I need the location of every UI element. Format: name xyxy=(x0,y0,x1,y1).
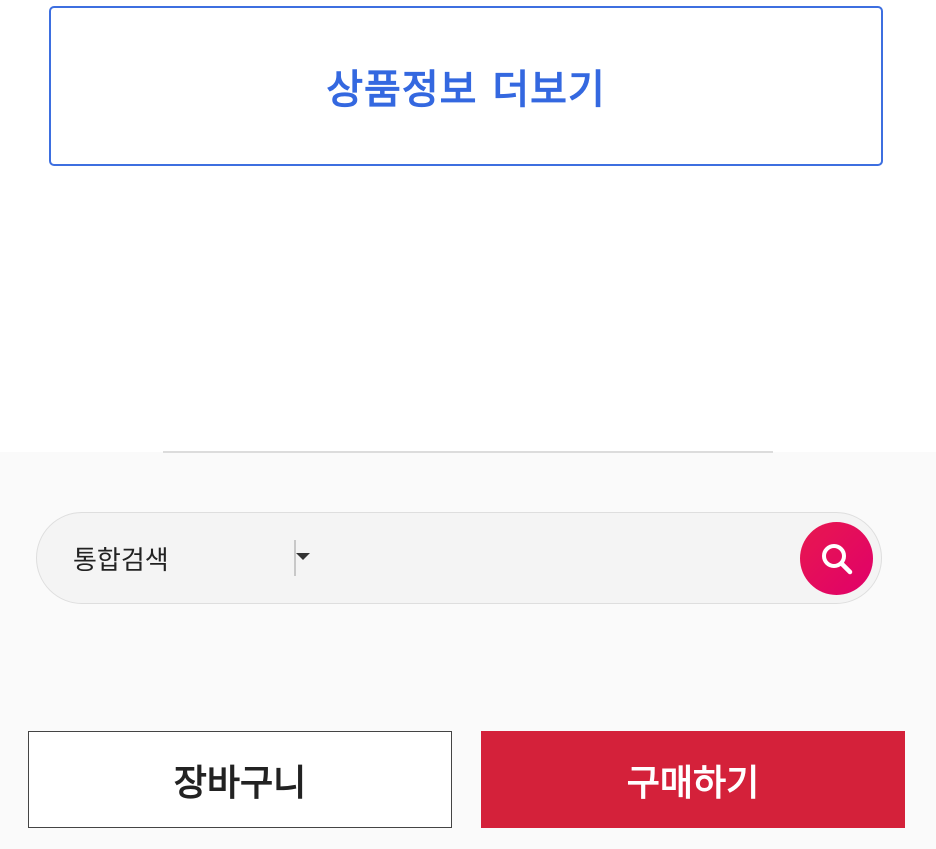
search-scope-dropdown[interactable]: 통합검색 xyxy=(73,513,313,603)
search-input[interactable] xyxy=(305,531,789,587)
cart-button[interactable]: 장바구니 xyxy=(28,731,452,828)
cart-button-label: 장바구니 xyxy=(173,762,307,804)
section-divider xyxy=(163,451,773,453)
product-detail-page: 상품정보 더보기 통합검색 장바구니 구매하기 xyxy=(0,0,936,849)
buy-button[interactable]: 구매하기 xyxy=(481,731,905,828)
search-separator xyxy=(294,540,296,576)
more-product-info-button[interactable]: 상품정보 더보기 xyxy=(49,6,883,166)
more-product-info-label: 상품정보 더보기 xyxy=(326,67,606,113)
buy-button-label: 구매하기 xyxy=(626,762,760,804)
search-button[interactable] xyxy=(800,522,873,595)
search-icon xyxy=(821,543,852,574)
product-info-section: 상품정보 더보기 xyxy=(0,0,936,452)
search-scope-label: 통합검색 xyxy=(73,545,169,576)
search-bar: 통합검색 xyxy=(36,512,882,604)
